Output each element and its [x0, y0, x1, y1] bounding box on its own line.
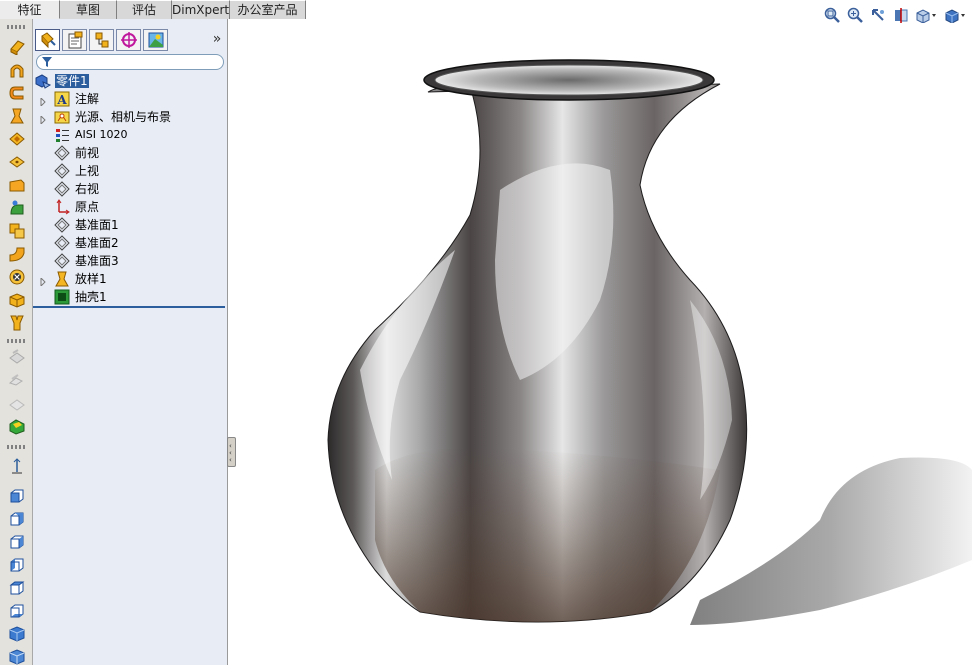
tree-item-label: 前视 [75, 146, 100, 160]
extruded-cut-icon[interactable] [7, 152, 27, 172]
tree-root-label: 零件1 [55, 74, 89, 88]
toolbar-separator [7, 339, 27, 343]
plane-icon [54, 253, 70, 269]
boundary-boss-icon[interactable] [7, 129, 27, 149]
configuration-manager-icon[interactable] [89, 29, 114, 51]
reference-geometry-icon[interactable] [7, 347, 27, 367]
hole-wizard-icon[interactable] [7, 267, 27, 287]
vase-model-view[interactable] [228, 19, 972, 665]
tree-item-plane2[interactable]: 基准面2 [33, 234, 228, 252]
lofted-boss-icon[interactable] [7, 106, 27, 126]
extruded-boss-icon[interactable] [7, 36, 27, 56]
tab-sketch[interactable]: 草图 [60, 0, 117, 19]
plane-icon [54, 235, 70, 251]
display-manager-icon[interactable] [143, 29, 168, 51]
expand-panel-button[interactable]: » [209, 31, 225, 47]
measure-icon[interactable] [7, 456, 27, 476]
tree-item-origin[interactable]: 原点 [33, 198, 228, 216]
expand-icon[interactable] [39, 275, 47, 288]
tree-root[interactable]: 零件1 [33, 72, 228, 90]
graphics-area[interactable] [228, 19, 972, 665]
tree-item-plane1[interactable]: 基准面1 [33, 216, 228, 234]
tree-item-label: 基准面2 [75, 236, 119, 250]
view-normal-to-icon[interactable] [7, 647, 27, 667]
tree-item-label: 放样1 [75, 272, 107, 286]
vase-rim-inner [434, 64, 704, 96]
revolved-boss-icon[interactable] [7, 60, 27, 80]
plane-icon [54, 217, 70, 233]
expand-icon[interactable] [39, 113, 47, 126]
dimxpert-manager-icon[interactable] [116, 29, 141, 51]
toolbar-separator-2 [7, 445, 27, 449]
tree-item-label: 右视 [75, 182, 100, 196]
fillet-icon[interactable] [7, 175, 27, 195]
feature-manager-icon[interactable] [35, 29, 60, 51]
property-manager-icon[interactable] [62, 29, 87, 51]
expand-icon[interactable] [39, 95, 47, 108]
wrap-icon[interactable] [7, 313, 27, 333]
dome-icon[interactable] [7, 416, 27, 436]
shell-icon [54, 289, 70, 305]
loft-icon [54, 271, 70, 287]
tree-item-annotations[interactable]: A 注解 [33, 90, 228, 108]
tree-item-top-plane[interactable]: 上视 [33, 162, 228, 180]
toolbar-grip[interactable] [7, 25, 27, 29]
tree-item-lights[interactable]: 光源、相机与布景 [33, 108, 228, 126]
rib-icon[interactable] [7, 221, 27, 241]
svg-text:A: A [56, 93, 67, 107]
view-left-icon[interactable] [7, 532, 27, 552]
tree-item-right-plane[interactable]: 右视 [33, 180, 228, 198]
linear-pattern-icon[interactable] [7, 198, 27, 218]
tree-item-shell1[interactable]: 抽壳1 [33, 288, 228, 306]
feature-filter[interactable] [36, 54, 224, 70]
tree-item-label: 注解 [75, 92, 100, 106]
view-right-icon[interactable] [7, 555, 27, 575]
shell-feature-icon[interactable] [7, 290, 27, 310]
view-back-icon[interactable] [7, 509, 27, 529]
tab-office-products[interactable]: 办公室产品 [230, 0, 306, 19]
tree-item-label: 抽壳1 [75, 290, 107, 304]
tree-item-label: 上视 [75, 164, 100, 178]
tree-item-material[interactable]: AISI 1020 [33, 126, 228, 144]
tree-item-label: 基准面1 [75, 218, 119, 232]
view-bottom-icon[interactable] [7, 601, 27, 621]
filter-input[interactable] [57, 56, 217, 68]
annotations-icon: A [54, 91, 70, 107]
draft-icon[interactable] [7, 244, 27, 264]
curves-icon[interactable] [7, 370, 27, 390]
feature-manager-panel: » 零件1 A 注解 光源、相机与布景 AISI 1020 前视 上视 右视 原… [33, 19, 228, 665]
plane-icon [54, 163, 70, 179]
tab-dimxpert[interactable]: DimXpert [172, 0, 230, 19]
tree-item-plane3[interactable]: 基准面3 [33, 252, 228, 270]
instant3d-icon[interactable] [7, 393, 27, 413]
command-manager-tabs: 特征 草图 评估 DimXpert 办公室产品 [0, 0, 306, 19]
tab-features[interactable]: 特征 [0, 0, 60, 19]
tree-item-loft1[interactable]: 放样1 [33, 270, 228, 288]
part-icon [35, 73, 51, 89]
plane-icon [54, 181, 70, 197]
tree-item-label: AISI 1020 [75, 128, 128, 141]
tab-evaluate[interactable]: 评估 [117, 0, 172, 19]
plane-icon [54, 145, 70, 161]
material-icon [54, 127, 70, 143]
tree-item-front-plane[interactable]: 前视 [33, 144, 228, 162]
tree-item-label: 原点 [75, 200, 100, 214]
view-isometric-icon[interactable] [7, 624, 27, 644]
tree-item-label: 光源、相机与布景 [75, 110, 172, 124]
origin-icon [54, 199, 70, 215]
tree-item-label: 基准面3 [75, 254, 119, 268]
view-front-icon[interactable] [7, 486, 27, 506]
filter-icon [41, 56, 53, 71]
features-vertical-toolbar [0, 19, 33, 665]
manager-tabs [35, 29, 168, 51]
lights-cameras-scene-icon [54, 109, 70, 125]
rollback-bar[interactable] [33, 306, 225, 308]
swept-boss-icon[interactable] [7, 83, 27, 103]
view-top-icon[interactable] [7, 578, 27, 598]
